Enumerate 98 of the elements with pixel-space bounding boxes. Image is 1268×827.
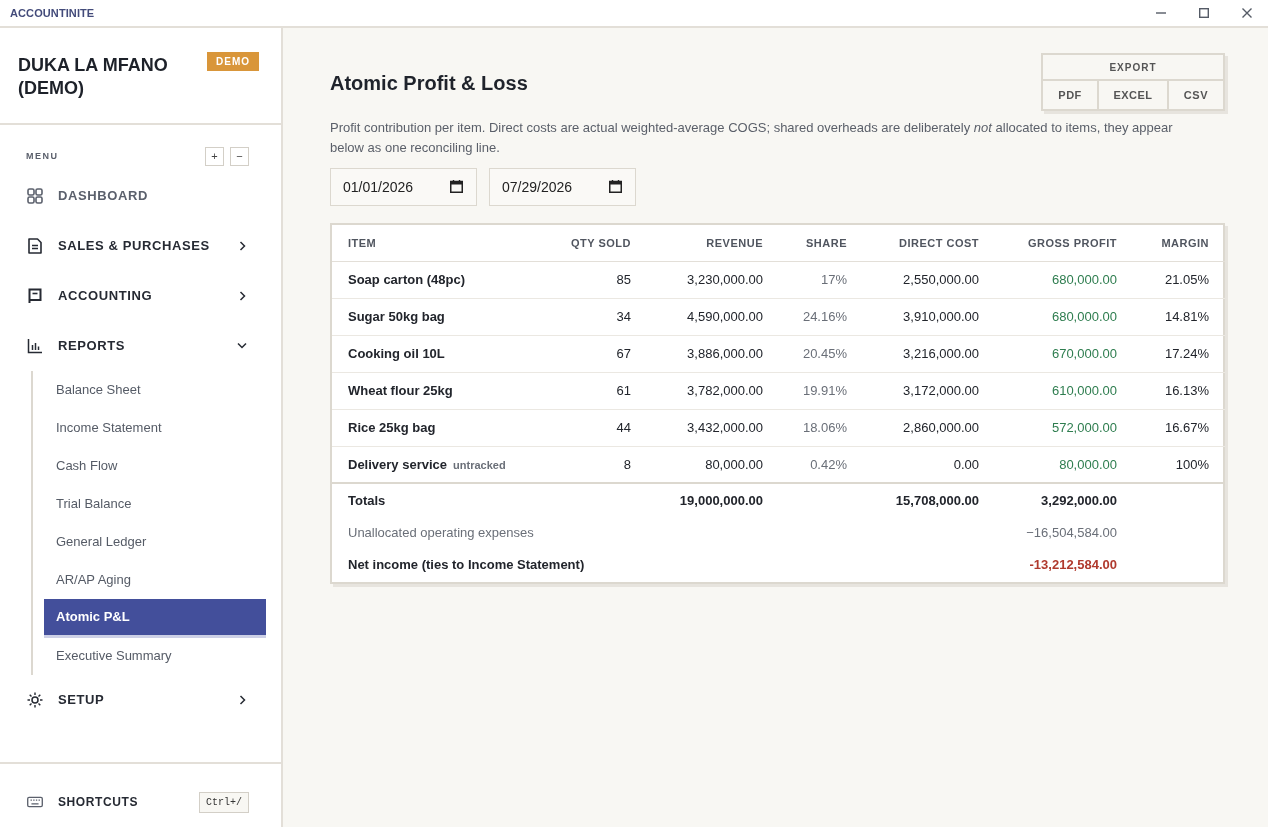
table-cell: 24.16% [779,298,863,335]
menu-label: MENU [26,149,59,163]
bar-chart-icon [27,338,43,354]
table-cell: 61 [547,372,647,409]
nav-item[interactable]: SETUP [0,675,281,725]
table-cell: 14.81% [1133,298,1225,335]
table-cell: 3,782,000.00 [647,372,779,409]
export-button[interactable]: CSV [1166,81,1223,109]
nav-item[interactable]: ACCOUNTING [0,271,281,321]
item-name: Delivery service [348,456,448,472]
item-name: Soap carton (48pc) [348,271,466,287]
table-cell: 4,590,000.00 [647,298,779,335]
table-cell: 2,860,000.00 [863,409,995,446]
table-cell: 3,172,000.00 [863,372,995,409]
nav-subitem[interactable]: Cash Flow [44,447,266,485]
grid-icon [27,188,43,204]
item-name: Wheat flour 25kg [348,382,453,398]
column-header: DIRECT COST [863,225,995,261]
table-cell: 670,000.00 [995,335,1133,372]
table-cell: 680,000.00 [995,261,1133,298]
table-cell: 17.24% [1133,335,1225,372]
start-date-field[interactable]: 01/01/2026 [330,168,477,206]
page-title: Atomic Profit & Loss [330,71,528,95]
table-cell: 80,000.00 [995,446,1133,483]
nav-subitem[interactable]: AR/AP Aging [44,561,266,599]
column-header: REVENUE [647,225,779,261]
table-cell: 16.67% [1133,409,1225,446]
calendar-icon [450,180,463,193]
shortcuts-item[interactable]: SHORTCUTS Ctrl+/ [0,762,281,827]
table-cell: 44 [547,409,647,446]
nav-subitem[interactable]: Trial Balance [44,485,266,523]
export-button[interactable]: PDF [1043,81,1098,109]
maximize-icon [1198,8,1209,18]
column-header: SHARE [779,225,863,261]
table-cell: 3,230,000.00 [647,261,779,298]
table-cell: 2,550,000.00 [863,261,995,298]
shortcut-key: Ctrl+/ [199,791,249,813]
item-name: Cooking oil 10L [348,345,445,361]
status-tag: untracked [453,458,506,471]
calendar-icon [609,180,622,193]
table-cell: 8 [547,446,647,483]
nav-item[interactable]: REPORTS [0,321,281,371]
keyboard-icon [27,794,43,810]
demo-badge: DEMO [207,52,259,71]
table-cell: 0.00 [863,446,995,483]
table-cell: 15,708,000.00 [863,483,995,517]
notebook-icon [27,288,43,304]
nav-subitem[interactable]: Executive Summary [44,637,266,675]
table-cell: 19.91% [779,372,863,409]
page-description: Profit contribution per item. Direct costs are actual weighted-average COGS; shared overheads are deliberately not allocated to items, they appear below as one reconciling line. [330,119,1174,157]
table-cell-text: −16,504,584.00 [1025,524,1118,543]
nav-item[interactable]: DASHBOARD [0,171,281,221]
end-date-field[interactable]: 07/29/2026 [489,168,636,206]
table-cell: 3,886,000.00 [647,335,779,372]
table-cell: 3,432,000.00 [647,409,779,446]
table-cell: 67 [547,335,647,372]
nav-subitem[interactable]: Income Statement [44,409,266,447]
table-cell: 34 [547,298,647,335]
minimize-icon [1155,12,1166,14]
app-title: ACCOUNTINITE [10,5,95,21]
export-button[interactable]: EXCEL [1097,81,1167,109]
item-name: Sugar 50kg bag [348,308,445,324]
settings-icon [27,692,43,708]
close-icon [1241,8,1252,18]
table-cell: 80,000.00 [647,446,779,483]
column-header: MARGIN [1133,225,1225,261]
table-cell-text: -13,212,584.00 [1028,556,1118,575]
table-cell: 680,000.00 [995,298,1133,335]
table-cell: 3,216,000.00 [863,335,995,372]
company-name: DUKA LA MFANO (DEMO) [18,54,169,100]
table-cell: 16.13% [1133,372,1225,409]
table-cell: 85 [547,261,647,298]
column-header: ITEM [332,225,547,261]
column-header: QTY SOLD [547,225,647,261]
nav-subitem[interactable]: Atomic P&L [44,599,266,635]
table-cell: 17% [779,261,863,298]
table-cell: 20.45% [779,335,863,372]
nav-subitem[interactable]: Balance Sheet [44,371,266,409]
document-icon [27,238,43,254]
collapse-all-button[interactable]: − [230,147,249,166]
summary-label: Net income (ties to Income Statement) [347,556,586,575]
column-header: GROSS PROFIT [995,225,1133,261]
table-cell: 3,910,000.00 [863,298,995,335]
table-cell: 19,000,000.00 [647,483,779,517]
table-cell: 0.42% [779,446,863,483]
summary-label: Unallocated operating expenses [347,524,535,543]
table-cell: 572,000.00 [995,409,1133,446]
nav-subitem[interactable]: General Ledger [44,523,266,561]
table-cell: 100% [1133,446,1225,483]
table-cell: 21.05% [1133,261,1225,298]
item-name: Rice 25kg bag [348,419,436,435]
nav-item[interactable]: SALES & PURCHASES [0,221,281,271]
export-label: EXPORT [1043,55,1223,81]
summary-label: Totals [332,483,647,517]
table-cell: 610,000.00 [995,372,1133,409]
expand-all-button[interactable]: + [205,147,224,166]
table-cell: 18.06% [779,409,863,446]
table-cell: 3,292,000.00 [995,483,1133,517]
